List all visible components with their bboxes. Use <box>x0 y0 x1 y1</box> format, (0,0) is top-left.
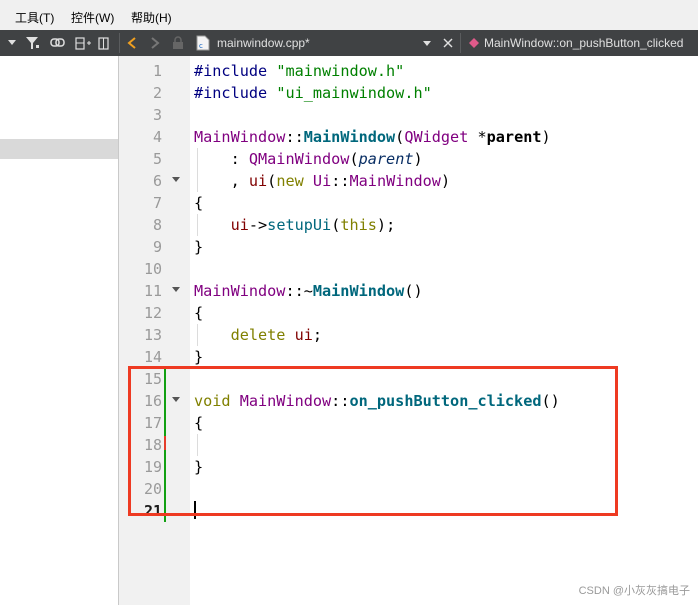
line-number: 8 <box>152 216 162 234</box>
line-number: 2 <box>152 84 162 102</box>
menu-tools[interactable]: 工具(T) <box>15 9 54 26</box>
cpp-file-icon: c <box>196 35 210 51</box>
code-line[interactable]: : QMainWindow(parent) <box>194 148 423 170</box>
line-number: 5 <box>152 150 162 168</box>
split-horizontal-icon[interactable] <box>75 37 91 50</box>
annotation-highlight-box <box>128 366 618 516</box>
line-number: 10 <box>143 260 162 278</box>
fold-marker-icon[interactable] <box>172 287 180 292</box>
line-number: 14 <box>143 348 162 366</box>
filter-icon[interactable] <box>26 37 40 50</box>
code-line[interactable]: , ui(new Ui::MainWindow) <box>194 170 451 192</box>
watermark: CSDN @小灰灰搞电子 <box>578 585 690 597</box>
file-name-combo[interactable]: mainwindow.cpp* <box>217 30 310 56</box>
editor-toolbar: c mainwindow.cpp* MainWindow::on_pushBut… <box>0 30 698 56</box>
function-diamond-icon <box>469 38 479 48</box>
side-panel-selected-row[interactable] <box>0 139 118 159</box>
code-line[interactable]: ui->setupUi(this); <box>194 214 396 236</box>
code-line[interactable]: #include "mainwindow.h" <box>194 60 404 82</box>
line-number: 1 <box>152 62 162 80</box>
line-number: 11 <box>143 282 162 300</box>
line-number: 3 <box>152 106 162 124</box>
combo-dropdown-icon[interactable] <box>423 41 431 46</box>
forward-icon[interactable] <box>150 37 160 49</box>
fold-marker-icon[interactable] <box>172 177 180 182</box>
close-icon[interactable] <box>443 38 453 48</box>
line-number: 7 <box>152 194 162 212</box>
symbol-combo[interactable]: MainWindow::on_pushButton_clicked <box>484 30 683 56</box>
code-line[interactable]: } <box>194 346 203 368</box>
menu-bar: 工具(T) 控件(W) 帮助(H) <box>0 0 698 31</box>
split-vertical-icon[interactable] <box>98 37 110 50</box>
back-icon[interactable] <box>127 37 137 49</box>
line-number: 9 <box>152 238 162 256</box>
dropdown-arrow-icon[interactable] <box>8 40 18 46</box>
line-number: 13 <box>143 326 162 344</box>
code-line[interactable]: MainWindow::MainWindow(QWidget *parent) <box>194 126 551 148</box>
menu-widgets[interactable]: 控件(W) <box>71 9 114 26</box>
code-line[interactable]: } <box>194 236 203 258</box>
menu-help[interactable]: 帮助(H) <box>131 9 172 26</box>
code-line[interactable]: MainWindow::~MainWindow() <box>194 280 423 302</box>
code-line[interactable]: { <box>194 192 203 214</box>
code-line[interactable]: #include "ui_mainwindow.h" <box>194 82 432 104</box>
svg-text:c: c <box>199 42 203 50</box>
line-number: 4 <box>152 128 162 146</box>
link-icon[interactable] <box>50 38 66 48</box>
code-line[interactable]: { <box>194 302 203 324</box>
line-number: 12 <box>143 304 162 322</box>
code-line[interactable]: delete ui; <box>194 324 322 346</box>
lock-icon <box>173 36 183 49</box>
line-number: 6 <box>152 172 162 190</box>
